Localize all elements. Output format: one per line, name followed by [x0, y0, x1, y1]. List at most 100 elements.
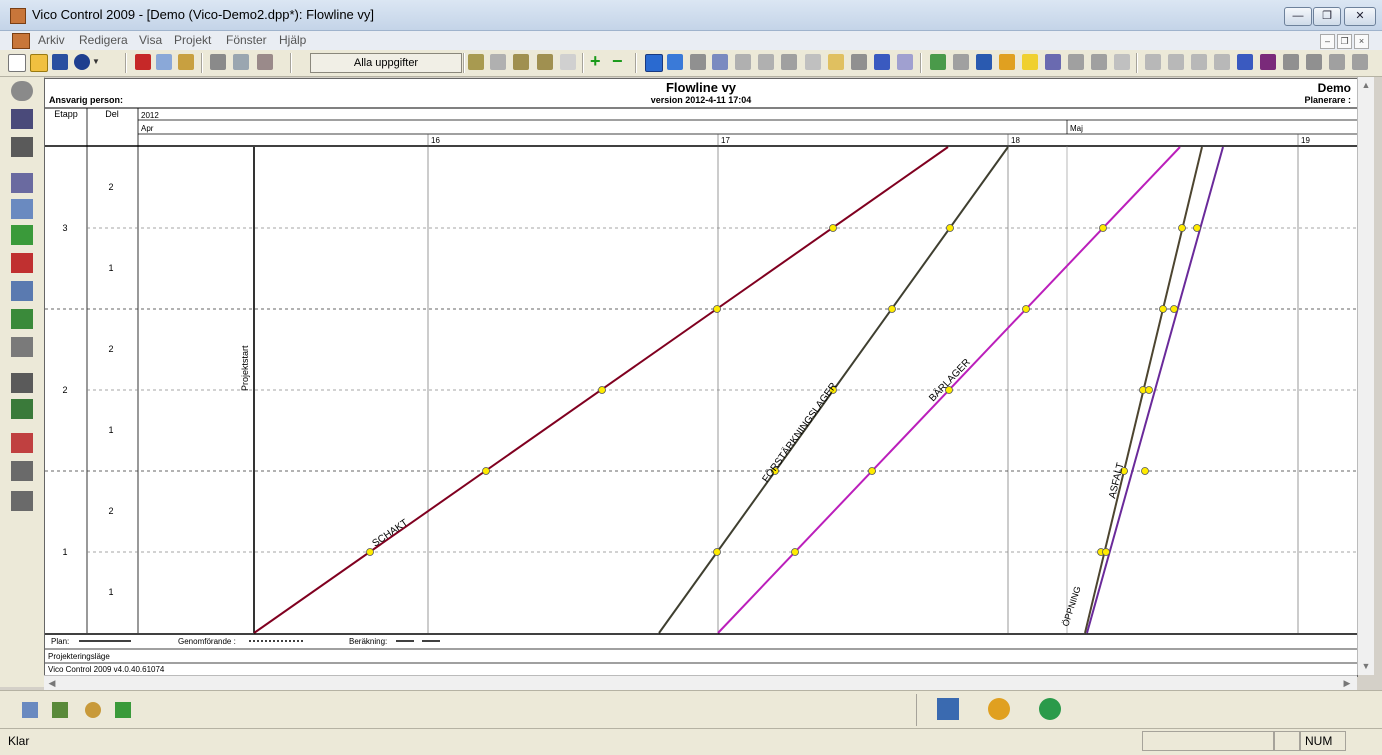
- stopwatch-icon[interactable]: [988, 698, 1010, 720]
- calendar-icon[interactable]: [851, 54, 867, 70]
- grid-icon[interactable]: [874, 54, 890, 70]
- copy-schedule-icon[interactable]: [1168, 54, 1184, 70]
- node-marker[interactable]: [482, 467, 490, 475]
- flowline-view-icon[interactable]: [645, 54, 663, 72]
- resources-icon[interactable]: [1145, 54, 1161, 70]
- scroll-right-icon[interactable]: ▶: [1340, 676, 1354, 690]
- gantt-view-icon[interactable]: [667, 54, 683, 70]
- undo-icon[interactable]: [74, 54, 90, 70]
- restore-button[interactable]: ❐: [1313, 7, 1341, 26]
- time-view-icon[interactable]: [85, 702, 101, 718]
- scroll-up-icon[interactable]: ▲: [1359, 78, 1373, 92]
- mdi-restore-button[interactable]: ❐: [1337, 34, 1352, 49]
- split-icon[interactable]: [758, 54, 774, 70]
- mdi-close-button[interactable]: ×: [1354, 34, 1369, 49]
- print-icon[interactable]: [210, 54, 226, 70]
- menu-projekt[interactable]: Projekt: [174, 33, 211, 47]
- paste-icon[interactable]: [178, 54, 194, 70]
- zoom-in-icon[interactable]: [513, 54, 529, 70]
- compare-icon[interactable]: [1214, 54, 1230, 70]
- table-icon[interactable]: [1068, 54, 1084, 70]
- node-marker[interactable]: [868, 467, 876, 475]
- report-icon[interactable]: [11, 491, 33, 511]
- chart-settings-icon[interactable]: [897, 54, 913, 70]
- node-marker[interactable]: [1159, 305, 1167, 313]
- task-list-icon[interactable]: [953, 54, 969, 70]
- pencil-icon[interactable]: [999, 54, 1015, 70]
- move-icon[interactable]: [781, 54, 797, 70]
- pointer-icon[interactable]: [690, 54, 706, 70]
- flowline-tool-icon[interactable]: [11, 173, 33, 193]
- cut-icon[interactable]: [135, 54, 151, 70]
- document-icon[interactable]: [12, 33, 30, 49]
- task-filter-button[interactable]: Alla uppgifter: [310, 53, 462, 73]
- draw-line-icon[interactable]: [735, 54, 751, 70]
- node-marker[interactable]: [888, 305, 896, 313]
- zoom-location-icon[interactable]: [490, 54, 506, 70]
- menu-fonster[interactable]: Fönster: [226, 33, 267, 47]
- network-icon[interactable]: [11, 337, 33, 357]
- zoom-out-icon[interactable]: [537, 54, 553, 70]
- curve-chart-icon[interactable]: [1237, 54, 1253, 70]
- cost-chart-icon[interactable]: [11, 309, 33, 329]
- node-marker[interactable]: [946, 224, 954, 232]
- print-setup-icon[interactable]: [257, 54, 273, 70]
- layers-icon[interactable]: [11, 461, 33, 481]
- node-marker[interactable]: [791, 548, 799, 556]
- node-marker[interactable]: [1145, 386, 1153, 394]
- location-view-icon[interactable]: [52, 702, 68, 718]
- node-marker[interactable]: [598, 386, 606, 394]
- close-button[interactable]: ✕: [1344, 7, 1376, 26]
- menu-arkiv[interactable]: Arkiv: [38, 33, 65, 47]
- brush-icon[interactable]: [1329, 54, 1345, 70]
- undo-dropdown-icon[interactable]: ▼: [92, 54, 100, 70]
- node-marker[interactable]: [1099, 224, 1107, 232]
- gear-icon[interactable]: [11, 81, 33, 101]
- resource-histogram-icon[interactable]: [11, 253, 33, 273]
- edit-mode-icon[interactable]: [1352, 54, 1368, 70]
- gantt-tool-icon[interactable]: [11, 199, 33, 219]
- schedule-table-icon[interactable]: [11, 225, 33, 245]
- resource-view-icon[interactable]: [115, 702, 131, 718]
- export-icon[interactable]: [1283, 54, 1299, 70]
- app-icon[interactable]: [10, 8, 26, 24]
- node-marker[interactable]: [1102, 548, 1110, 556]
- settings-icon[interactable]: [1306, 54, 1322, 70]
- marker-icon[interactable]: [1045, 54, 1061, 70]
- scroll-left-icon[interactable]: ◀: [45, 676, 59, 690]
- zoom-time-icon[interactable]: [468, 54, 484, 70]
- table-view-icon[interactable]: [22, 702, 38, 718]
- horizontal-scrollbar[interactable]: ◀ ▶: [44, 675, 1357, 690]
- edit-pencil-icon[interactable]: [937, 698, 959, 720]
- zoom-fit-icon[interactable]: [560, 54, 576, 70]
- node-marker[interactable]: [1141, 467, 1149, 475]
- risk-chart-icon[interactable]: [11, 433, 33, 453]
- cost-list-icon[interactable]: [11, 399, 33, 419]
- save-icon[interactable]: [52, 54, 68, 70]
- copy-icon[interactable]: [156, 54, 172, 70]
- disabled-tool-icon[interactable]: [1114, 54, 1130, 70]
- calendar-grid-icon[interactable]: [11, 109, 33, 129]
- add-icon[interactable]: +: [590, 52, 606, 70]
- new-file-icon[interactable]: [8, 54, 26, 72]
- open-folder-icon[interactable]: [30, 54, 48, 72]
- documents-icon[interactable]: [11, 373, 33, 393]
- refresh-clock-icon[interactable]: [1039, 698, 1061, 720]
- window-icon[interactable]: [1091, 54, 1107, 70]
- s-curve-icon[interactable]: [11, 281, 33, 301]
- node-marker[interactable]: [1022, 305, 1030, 313]
- sticky-note-icon[interactable]: [1022, 54, 1038, 70]
- scroll-down-icon[interactable]: ▼: [1359, 659, 1373, 673]
- menu-hjalp[interactable]: Hjälp: [279, 33, 306, 47]
- node-marker[interactable]: [713, 305, 721, 313]
- remove-icon[interactable]: −: [612, 52, 628, 70]
- node-marker[interactable]: [1193, 224, 1201, 232]
- node-marker[interactable]: [1170, 305, 1178, 313]
- minimize-button[interactable]: —: [1284, 7, 1312, 26]
- properties-icon[interactable]: [805, 54, 821, 70]
- mdi-minimize-button[interactable]: –: [1320, 34, 1335, 49]
- node-marker[interactable]: [366, 548, 374, 556]
- print-preview-icon[interactable]: [233, 54, 249, 70]
- link-tasks-icon[interactable]: [712, 54, 728, 70]
- paste-schedule-icon[interactable]: [1191, 54, 1207, 70]
